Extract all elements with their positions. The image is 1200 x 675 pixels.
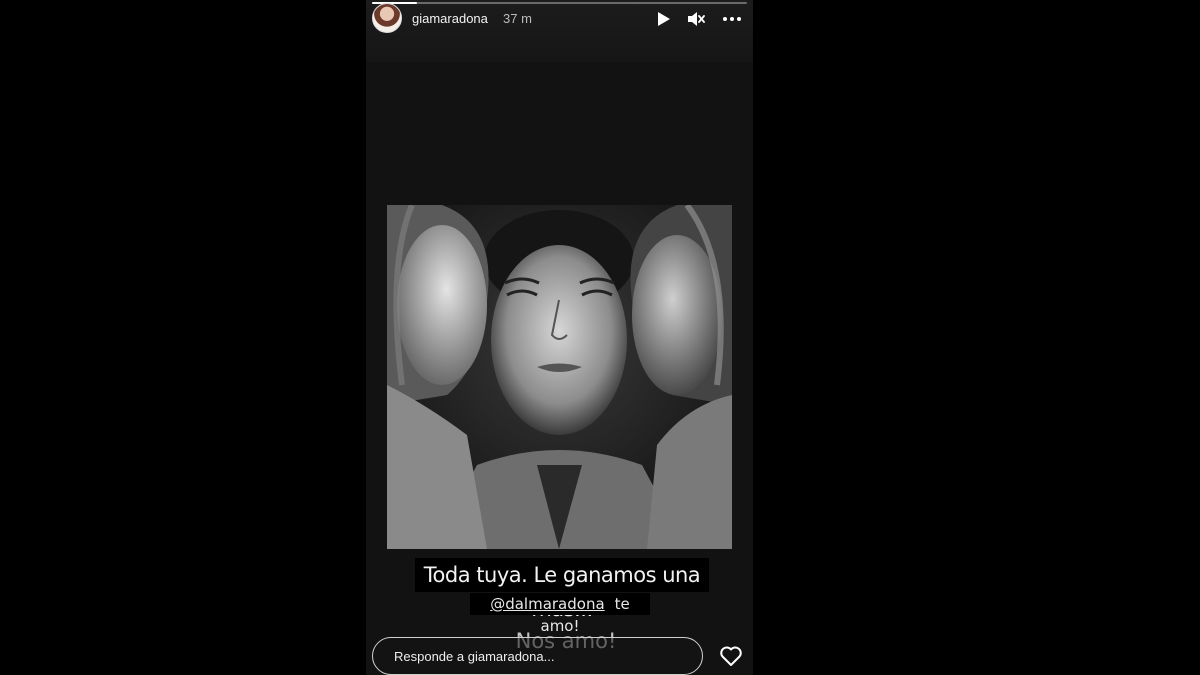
timestamp: 37 m <box>503 11 532 26</box>
photo-image <box>387 205 732 549</box>
mention-link[interactable]: @dalmaradona <box>490 595 604 613</box>
reply-input[interactable] <box>372 637 703 675</box>
play-button[interactable] <box>653 8 675 30</box>
caption-line-1: Toda tuya. Le ganamos una más... <box>415 558 709 621</box>
heart-icon <box>720 646 742 666</box>
avatar[interactable] <box>372 3 402 33</box>
story-photo <box>387 205 732 549</box>
more-options-button[interactable] <box>721 8 743 30</box>
play-icon <box>658 12 670 26</box>
story-progress-fill <box>372 2 417 4</box>
story-progress-bar <box>372 2 747 4</box>
story-viewer: giamaradona 37 m Toda tuya. Le ganamos u… <box>366 0 753 675</box>
more-dots-icon <box>723 17 741 21</box>
caption-line-2: @dalmaradona te amo! <box>470 593 650 635</box>
speaker-muted-icon <box>688 12 705 26</box>
mute-button[interactable] <box>685 8 707 30</box>
like-button[interactable] <box>719 645 743 667</box>
username[interactable]: giamaradona <box>412 11 488 26</box>
